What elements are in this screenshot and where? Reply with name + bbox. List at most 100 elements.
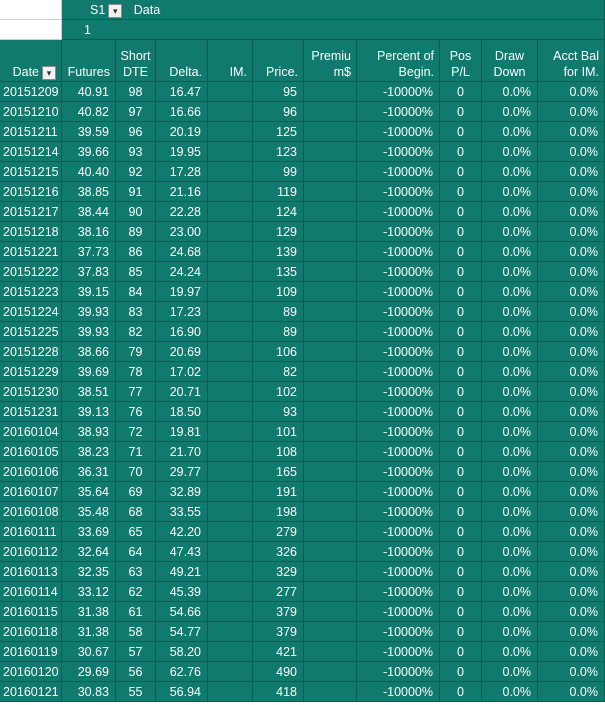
cell-short-dte[interactable]: 65 — [116, 522, 156, 542]
cell-pos-pl[interactable]: 0 — [440, 82, 482, 102]
cell-im[interactable] — [208, 142, 253, 162]
cell-date[interactable]: 20151225 — [0, 322, 62, 342]
cell-premium[interactable] — [304, 162, 357, 182]
cell-pos-pl[interactable]: 0 — [440, 502, 482, 522]
cell-premium[interactable] — [304, 342, 357, 362]
cell-acct-bal-for-im[interactable]: 0.0% — [538, 282, 605, 302]
header-delta[interactable]: Delta. — [156, 40, 208, 82]
cell-date[interactable]: 20151224 — [0, 302, 62, 322]
cell-futures[interactable]: 35.48 — [62, 502, 116, 522]
cell-date[interactable]: 20160104 — [0, 422, 62, 442]
header-draw-down[interactable]: Draw Down — [482, 40, 538, 82]
cell-draw-down[interactable]: 0.0% — [482, 242, 538, 262]
cell-price[interactable]: 379 — [253, 622, 304, 642]
cell-price[interactable]: 101 — [253, 422, 304, 442]
cell-delta[interactable]: 17.23 — [156, 302, 208, 322]
cell-pos-pl[interactable]: 0 — [440, 402, 482, 422]
cell-premium[interactable] — [304, 402, 357, 422]
cell-short-dte[interactable]: 77 — [116, 382, 156, 402]
cell-short-dte[interactable]: 96 — [116, 122, 156, 142]
cell-short-dte[interactable]: 57 — [116, 642, 156, 662]
cell-premium[interactable] — [304, 622, 357, 642]
cell-date[interactable]: 20151231 — [0, 402, 62, 422]
cell-acct-bal-for-im[interactable]: 0.0% — [538, 302, 605, 322]
cell-delta[interactable]: 62.76 — [156, 662, 208, 682]
cell-date[interactable]: 20160108 — [0, 502, 62, 522]
cell-draw-down[interactable]: 0.0% — [482, 542, 538, 562]
cell-futures[interactable]: 39.69 — [62, 362, 116, 382]
cell-acct-bal-for-im[interactable]: 0.0% — [538, 582, 605, 602]
cell-date[interactable]: 20160112 — [0, 542, 62, 562]
cell-delta[interactable]: 56.94 — [156, 682, 208, 702]
cell-premium[interactable] — [304, 182, 357, 202]
cell-short-dte[interactable]: 98 — [116, 82, 156, 102]
cell-pos-pl[interactable]: 0 — [440, 262, 482, 282]
cell-delta[interactable]: 20.69 — [156, 342, 208, 362]
header-acct-bal-for-im[interactable]: Acct Bal for IM. — [538, 40, 605, 82]
cell-im[interactable] — [208, 262, 253, 282]
cell-premium[interactable] — [304, 142, 357, 162]
cell-futures[interactable]: 40.91 — [62, 82, 116, 102]
cell-delta[interactable]: 16.90 — [156, 322, 208, 342]
cell-draw-down[interactable]: 0.0% — [482, 382, 538, 402]
cell-date[interactable]: 20160119 — [0, 642, 62, 662]
cell-percent-of-begin[interactable]: -10000% — [357, 222, 440, 242]
cell-draw-down[interactable]: 0.0% — [482, 622, 538, 642]
cell-futures[interactable]: 30.67 — [62, 642, 116, 662]
cell-pos-pl[interactable]: 0 — [440, 282, 482, 302]
cell-delta[interactable]: 19.95 — [156, 142, 208, 162]
cell-date[interactable]: 20160114 — [0, 582, 62, 602]
cell-short-dte[interactable]: 71 — [116, 442, 156, 462]
cell-price[interactable]: 106 — [253, 342, 304, 362]
cell-date[interactable]: 20160106 — [0, 462, 62, 482]
cell-short-dte[interactable]: 58 — [116, 622, 156, 642]
cell-im[interactable] — [208, 162, 253, 182]
cell-futures[interactable]: 39.93 — [62, 322, 116, 342]
cell-im[interactable] — [208, 202, 253, 222]
cell-premium[interactable] — [304, 122, 357, 142]
header-pos-pl[interactable]: Pos P/L — [440, 40, 482, 82]
cell-date[interactable]: 20151214 — [0, 142, 62, 162]
cell-futures[interactable]: 29.69 — [62, 662, 116, 682]
cell-futures[interactable]: 39.93 — [62, 302, 116, 322]
cell-premium[interactable] — [304, 542, 357, 562]
cell-delta[interactable]: 58.20 — [156, 642, 208, 662]
cell-acct-bal-for-im[interactable]: 0.0% — [538, 682, 605, 702]
cell-im[interactable] — [208, 402, 253, 422]
cell-price[interactable]: 279 — [253, 522, 304, 542]
cell-percent-of-begin[interactable]: -10000% — [357, 342, 440, 362]
cell-im[interactable] — [208, 662, 253, 682]
cell-futures[interactable]: 32.35 — [62, 562, 116, 582]
cell-percent-of-begin[interactable]: -10000% — [357, 542, 440, 562]
cell-im[interactable] — [208, 382, 253, 402]
cell-pos-pl[interactable]: 0 — [440, 542, 482, 562]
cell-percent-of-begin[interactable]: -10000% — [357, 322, 440, 342]
cell-date[interactable]: 20151221 — [0, 242, 62, 262]
cell-short-dte[interactable]: 76 — [116, 402, 156, 422]
cell-im[interactable] — [208, 242, 253, 262]
cell-short-dte[interactable]: 64 — [116, 542, 156, 562]
cell-price[interactable]: 418 — [253, 682, 304, 702]
cell-futures[interactable]: 37.83 — [62, 262, 116, 282]
cell-percent-of-begin[interactable]: -10000% — [357, 262, 440, 282]
cell-acct-bal-for-im[interactable]: 0.0% — [538, 382, 605, 402]
cell-futures[interactable]: 40.82 — [62, 102, 116, 122]
cell-draw-down[interactable]: 0.0% — [482, 342, 538, 362]
cell-futures[interactable]: 38.93 — [62, 422, 116, 442]
cell-delta[interactable]: 29.77 — [156, 462, 208, 482]
cell-draw-down[interactable]: 0.0% — [482, 662, 538, 682]
cell-price[interactable]: 108 — [253, 442, 304, 462]
header-date[interactable]: Date ▾ — [0, 40, 62, 82]
cell-date[interactable]: 20160105 — [0, 442, 62, 462]
cell-pos-pl[interactable]: 0 — [440, 242, 482, 262]
cell-draw-down[interactable]: 0.0% — [482, 142, 538, 162]
cell-price[interactable]: 95 — [253, 82, 304, 102]
cell-acct-bal-for-im[interactable]: 0.0% — [538, 602, 605, 622]
cell-date[interactable]: 20160118 — [0, 622, 62, 642]
cell-percent-of-begin[interactable]: -10000% — [357, 682, 440, 702]
cell-draw-down[interactable]: 0.0% — [482, 182, 538, 202]
cell-acct-bal-for-im[interactable]: 0.0% — [538, 102, 605, 122]
cell-acct-bal-for-im[interactable]: 0.0% — [538, 422, 605, 442]
cell-futures[interactable]: 30.83 — [62, 682, 116, 702]
cell-short-dte[interactable]: 91 — [116, 182, 156, 202]
